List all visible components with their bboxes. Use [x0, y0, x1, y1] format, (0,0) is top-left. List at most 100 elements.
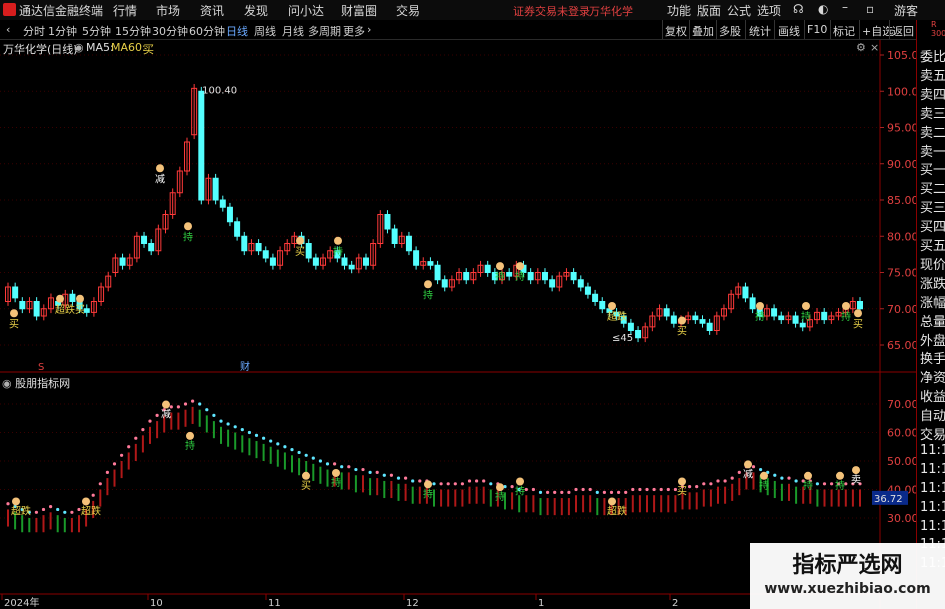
ind-signal-dot	[744, 460, 752, 469]
chevron-right-icon[interactable]: ›	[367, 23, 371, 36]
signal-dot	[516, 262, 524, 271]
menu-item-gongneng[interactable]: 功能	[667, 2, 691, 19]
candle-body	[527, 272, 534, 281]
tool-fuquan[interactable]: 复权	[665, 23, 687, 39]
price-tick-label: 85.00	[887, 194, 919, 207]
signal-dot	[334, 236, 342, 245]
indicator-point	[396, 476, 401, 480]
nav-left-icon[interactable]: ‹	[6, 23, 10, 36]
menu-item-jiaoyi[interactable]: 交易	[396, 2, 420, 19]
maximize-icon[interactable]: ▫	[866, 2, 874, 16]
indicator-point	[609, 490, 614, 494]
price-tick-label: 75.00	[887, 267, 919, 280]
tool-f10[interactable]: F10	[807, 23, 827, 36]
indicator-point	[411, 479, 415, 483]
candle-body	[148, 243, 155, 252]
menu-item-gongshi[interactable]: 公式	[727, 2, 751, 19]
candle-body	[441, 279, 448, 288]
indicator-point	[531, 487, 536, 492]
signal-dot	[608, 302, 616, 310]
candle-body	[599, 301, 606, 310]
tool-fanhui[interactable]: 返回	[892, 23, 914, 39]
period-more[interactable]: 更多	[343, 23, 365, 39]
indicator-point	[219, 419, 223, 423]
ind-signal-tag: 持	[835, 479, 845, 492]
signal-dot	[424, 280, 432, 289]
candle-body	[219, 199, 226, 208]
period-multi[interactable]: 多周期	[308, 23, 341, 39]
minimize-icon[interactable]: –	[842, 0, 848, 14]
candle-body	[212, 177, 219, 201]
signal-tag: 买	[677, 326, 687, 338]
skin-icon[interactable]: ◐	[818, 2, 828, 16]
quote-side-panel: R 300 委比 卖五 卖四 卖三 卖二 卖一 买一 买二 买三 买四 买五 现价 涨跌 涨幅 总量 外盘 换手净…	[916, 20, 945, 609]
menu-item-banmian[interactable]: 版面	[697, 2, 721, 19]
tool-duogu[interactable]: 多股	[719, 23, 741, 39]
tool-tongji[interactable]: 统计	[749, 23, 771, 39]
support-icon[interactable]: ☊	[793, 2, 804, 16]
candle-body	[570, 272, 577, 281]
menu-bar: 通达信金融终端 行情 市场 资讯 发现 问小达 财富圈 交易 证券交易未登录 万…	[0, 0, 945, 21]
ind-signal-dot	[496, 483, 504, 492]
ind-signal-dot	[162, 400, 170, 409]
indicator-point	[183, 402, 188, 406]
menu-item-zixun[interactable]: 资讯	[200, 2, 224, 19]
candle-body	[584, 286, 591, 295]
panel-row: 卖一	[920, 144, 945, 160]
ind-signal-dot	[608, 497, 616, 506]
indicator-point	[226, 422, 230, 426]
indicator-point	[269, 439, 273, 443]
indicator-point	[645, 487, 649, 492]
indicator-point	[389, 473, 393, 477]
menu-item-xuanxiang[interactable]: 选项	[757, 2, 781, 19]
tool-diejia[interactable]: 叠加	[692, 23, 714, 39]
period-toolbar: ‹ 分时 1分钟 5分钟 15分钟 30分钟 60分钟 日线 周线 月线 多周期…	[0, 20, 916, 40]
login-status[interactable]: 证券交易未登录	[513, 3, 590, 19]
indicator-point	[254, 433, 259, 437]
period-1min[interactable]: 1分钟	[48, 23, 77, 39]
menu-item-caifuquan[interactable]: 财富圈	[341, 2, 377, 19]
high-label: 100.40	[202, 85, 237, 96]
tool-huaxian[interactable]: 画线	[778, 23, 800, 39]
menu-item-faxian[interactable]: 发现	[244, 2, 268, 19]
ind-signal-tag: 减	[743, 468, 753, 480]
close-icon[interactable]: ×	[870, 41, 879, 54]
indicator-point	[240, 428, 244, 432]
period-15min[interactable]: 15分钟	[115, 23, 151, 39]
s-marker: S	[38, 362, 44, 373]
candle-body	[19, 301, 26, 310]
ind-signal-tag: 超跌	[11, 504, 31, 517]
settings-icon[interactable]: ⚙	[856, 41, 866, 54]
period-day[interactable]: 日线	[226, 23, 248, 39]
indicator-point	[695, 485, 699, 489]
signal-dot	[678, 316, 686, 325]
indicator-point	[759, 467, 763, 472]
signal-dot	[76, 294, 84, 303]
period-30min[interactable]: 30分钟	[152, 23, 188, 39]
period-week[interactable]: 周线	[254, 23, 276, 39]
menu-item-wenxiaoda[interactable]: 问小达	[288, 2, 324, 19]
indicator-point	[709, 482, 713, 486]
signal-tag: 超跌	[55, 303, 75, 316]
signal-dot	[802, 302, 810, 310]
menu-item-shichang[interactable]: 市场	[156, 2, 180, 19]
indicator-point	[773, 473, 777, 477]
tool-biaoji[interactable]: 标记	[833, 23, 855, 39]
dropdown-icon[interactable]: ◉	[74, 41, 84, 54]
time-label: 1	[538, 598, 544, 609]
period-60min[interactable]: 60分钟	[189, 23, 225, 39]
ind-signal-tag: 持	[423, 487, 433, 500]
period-fenshi[interactable]: 分时	[23, 23, 45, 39]
ind-tick-label: 60.00	[887, 427, 919, 440]
indicator-dropdown-icon[interactable]: ◉	[2, 377, 15, 390]
panel-row: 自动	[920, 409, 945, 425]
guest-label[interactable]: 游客	[894, 2, 918, 19]
indicator-point	[446, 482, 450, 486]
period-month[interactable]: 月线	[282, 23, 304, 39]
menu-item-hangqing[interactable]: 行情	[113, 2, 137, 19]
candle-body	[635, 330, 642, 339]
panel-code: R 300	[931, 20, 945, 38]
period-5min[interactable]: 5分钟	[82, 23, 111, 39]
candle-body	[577, 279, 584, 288]
time-label: 2	[672, 598, 678, 609]
